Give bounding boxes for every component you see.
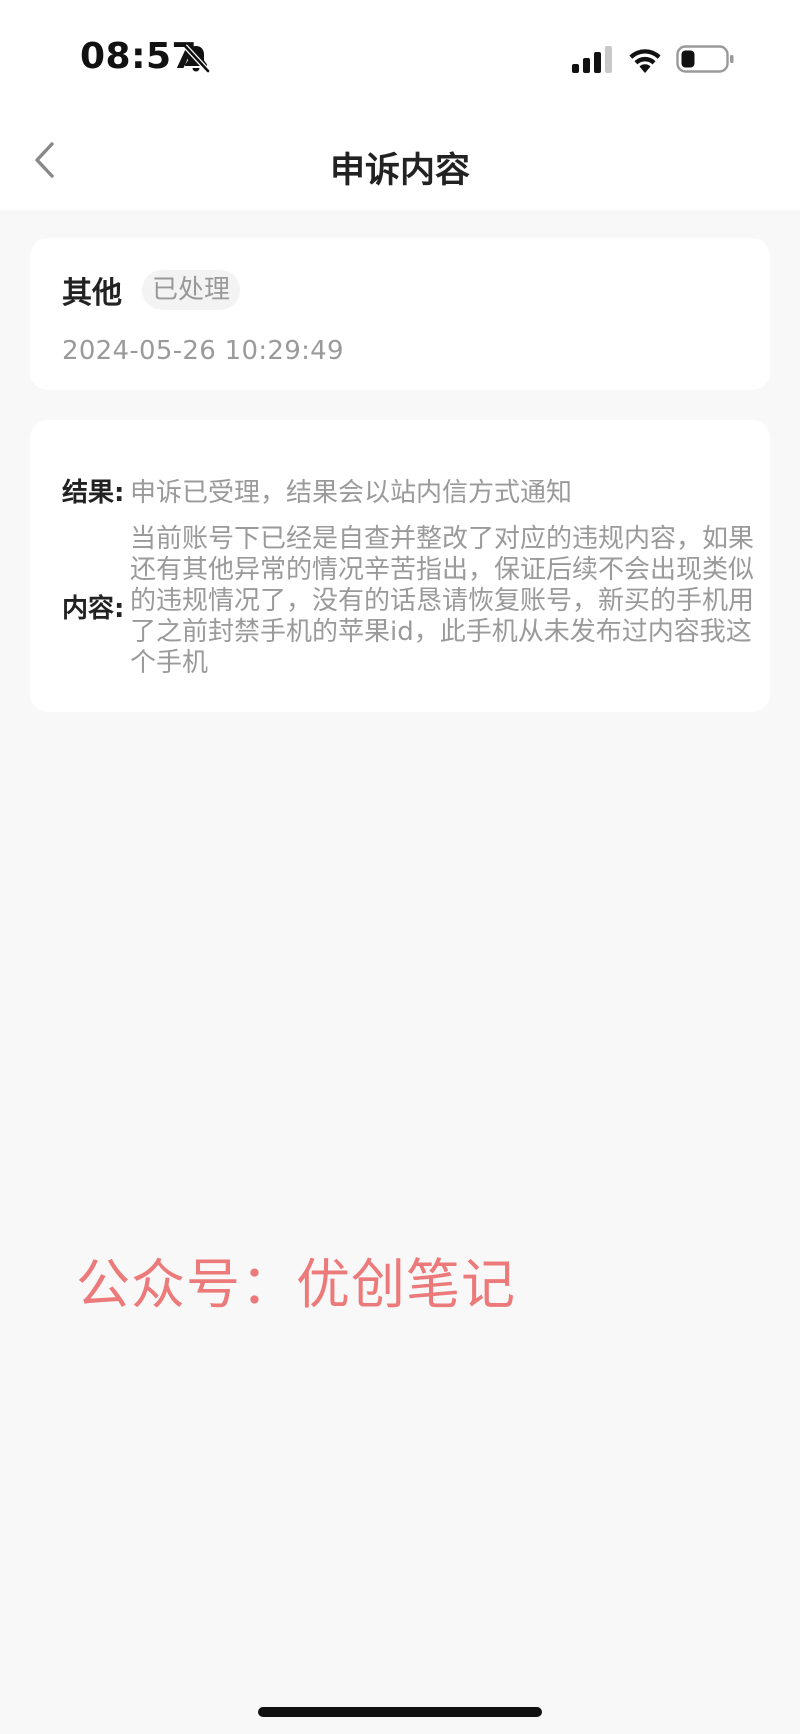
appeal-summary-card: 其他 已处理 2024-05-26 10:29:49: [30, 238, 770, 390]
result-label: 结果:: [62, 478, 125, 508]
status-bar: 08:57: [0, 0, 800, 110]
result-value: 申诉已受理，结果会以站内信方式通知: [130, 478, 573, 508]
wifi-icon: [629, 49, 661, 73]
page-title: 申诉内容: [329, 151, 470, 191]
status-badge: 已处理: [142, 270, 241, 310]
home-indicator[interactable]: [258, 1707, 542, 1717]
content-value: 当前账号下已经是自查并整改了对应的违规内容，如果还有其他异常的情况辛苦指出，保证…: [130, 524, 755, 678]
appeal-type: 其他: [62, 276, 122, 311]
appeal-datetime: 2024-05-26 10:29:49: [62, 336, 344, 366]
signal-icon: [572, 46, 612, 73]
watermark-text: 公众号：优创笔记: [76, 1253, 516, 1316]
content-label: 内容:: [62, 594, 125, 624]
appeal-detail-card: 结果: 申诉已受理，结果会以站内信方式通知 内容: 当前账号下已经是自查并整改了…: [30, 420, 770, 712]
battery-icon: [676, 45, 734, 73]
bell-slash-icon: [183, 44, 210, 73]
navigation-bar: 申诉内容: [0, 110, 800, 210]
